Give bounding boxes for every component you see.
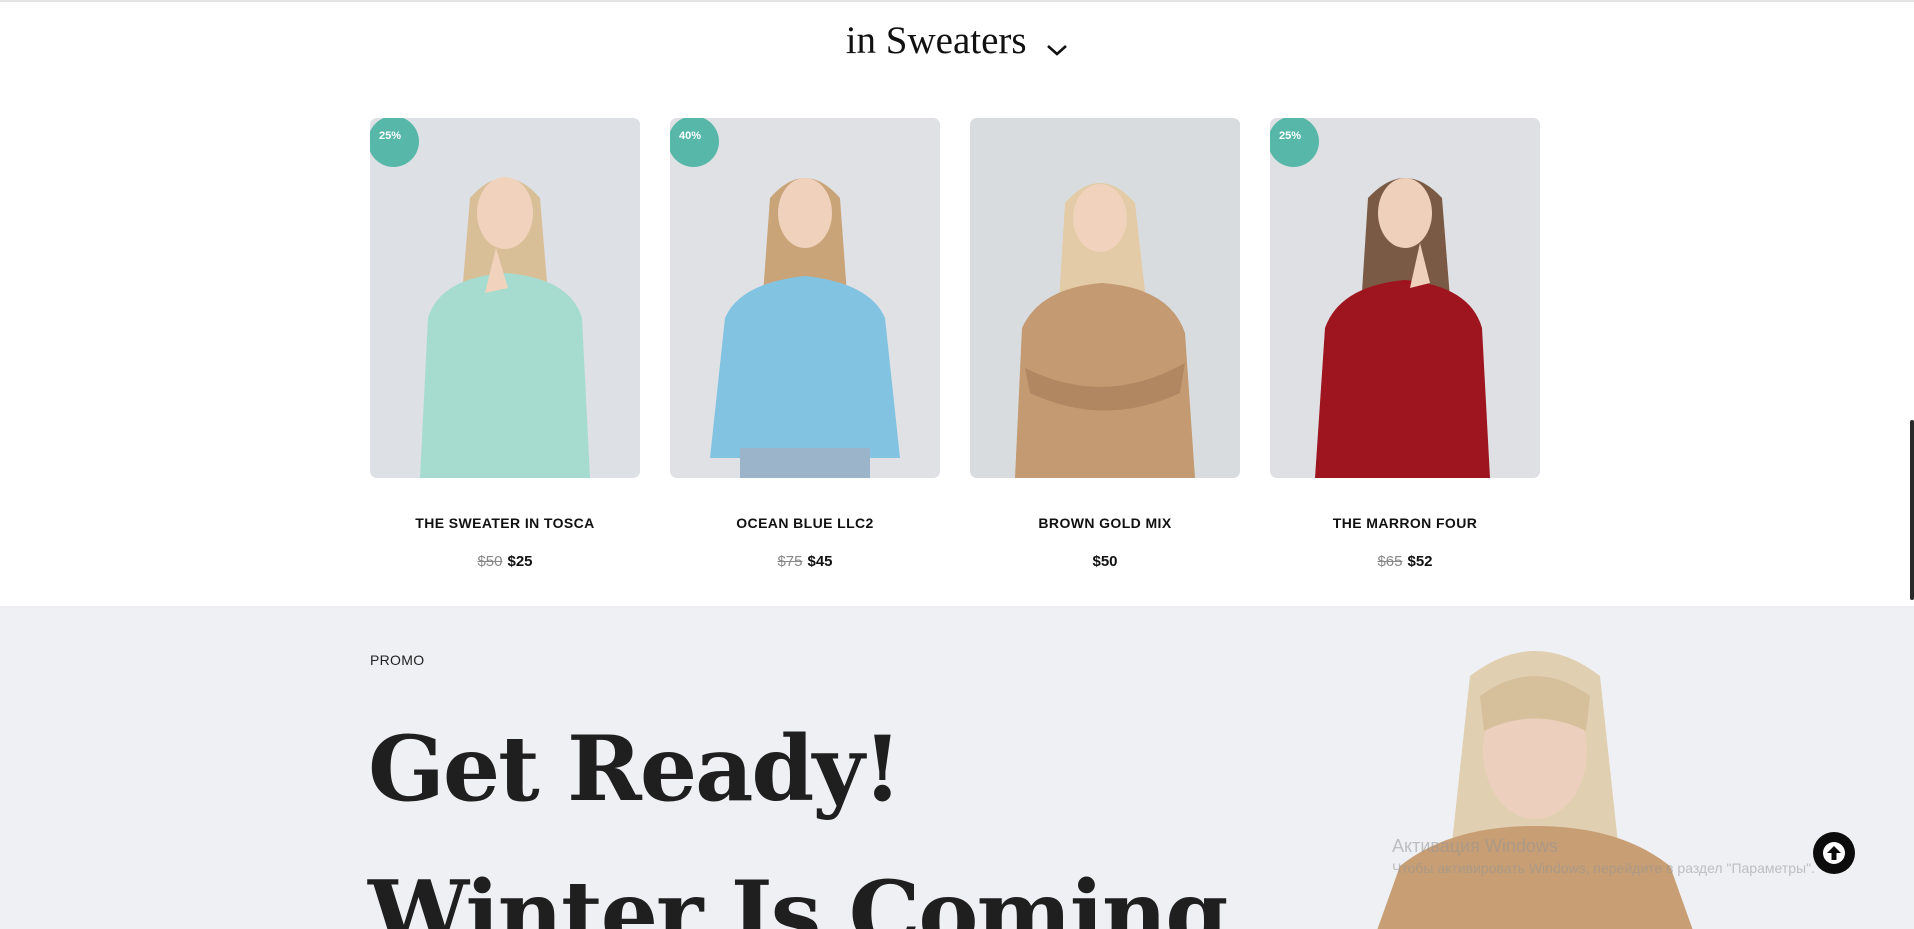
watermark-title: Активация Windows <box>1392 836 1558 856</box>
product-image[interactable] <box>970 118 1240 478</box>
page-scrollbar[interactable] <box>1910 420 1914 600</box>
product-image[interactable]: 25% <box>370 118 640 478</box>
product-card[interactable]: BROWN GOLD MIX $50 <box>970 118 1240 570</box>
product-price: $65 $52 <box>1270 553 1540 570</box>
old-price: $65 <box>1377 553 1403 570</box>
old-price: $50 <box>477 553 503 570</box>
current-price: $45 <box>807 553 833 570</box>
product-card[interactable]: 40% OCEAN BLUE LLC2 $75 $45 <box>670 118 940 570</box>
current-price: $52 <box>1407 553 1433 570</box>
product-price: $50 <box>970 553 1240 570</box>
product-name[interactable]: BROWN GOLD MIX <box>970 515 1240 531</box>
arrow-up-icon <box>1823 842 1845 864</box>
category-selector[interactable]: in Sweaters <box>0 18 1914 67</box>
chevron-down-icon[interactable] <box>1046 22 1068 67</box>
product-price: $50 $25 <box>370 553 640 570</box>
product-image[interactable]: 40% <box>670 118 940 478</box>
watermark-text: Чтобы активировать Windows, перейдите в … <box>1392 860 1815 876</box>
promo-label: PROMO <box>370 652 425 668</box>
current-price: $25 <box>507 553 533 570</box>
product-image[interactable]: 25% <box>1270 118 1540 478</box>
product-name[interactable]: OCEAN BLUE LLC2 <box>670 515 940 531</box>
product-name[interactable]: THE SWEATER IN TOSCA <box>370 515 640 531</box>
current-price: $50 <box>1092 553 1118 570</box>
promo-model-image <box>1377 651 1693 929</box>
old-price: $75 <box>777 553 803 570</box>
top-divider <box>0 0 1914 2</box>
os-watermark: Активация Windows Чтобы активировать Win… <box>1392 835 1815 879</box>
product-card[interactable]: 25% THE SWEATER IN TOSCA $50 $25 <box>370 118 640 570</box>
product-card[interactable]: 25% THE MARRON FOUR $65 $52 <box>1270 118 1540 570</box>
product-price: $75 $45 <box>670 553 940 570</box>
promo-headline: Get Ready! <box>368 716 902 822</box>
category-title: in Sweaters <box>845 19 1027 62</box>
promo-section: PROMO Get Ready! Winter Is Coming <box>0 606 1914 929</box>
promo-subheadline: Winter Is Coming <box>368 861 1228 929</box>
product-name[interactable]: THE MARRON FOUR <box>1270 515 1540 531</box>
scroll-to-top-button[interactable] <box>1813 832 1855 874</box>
